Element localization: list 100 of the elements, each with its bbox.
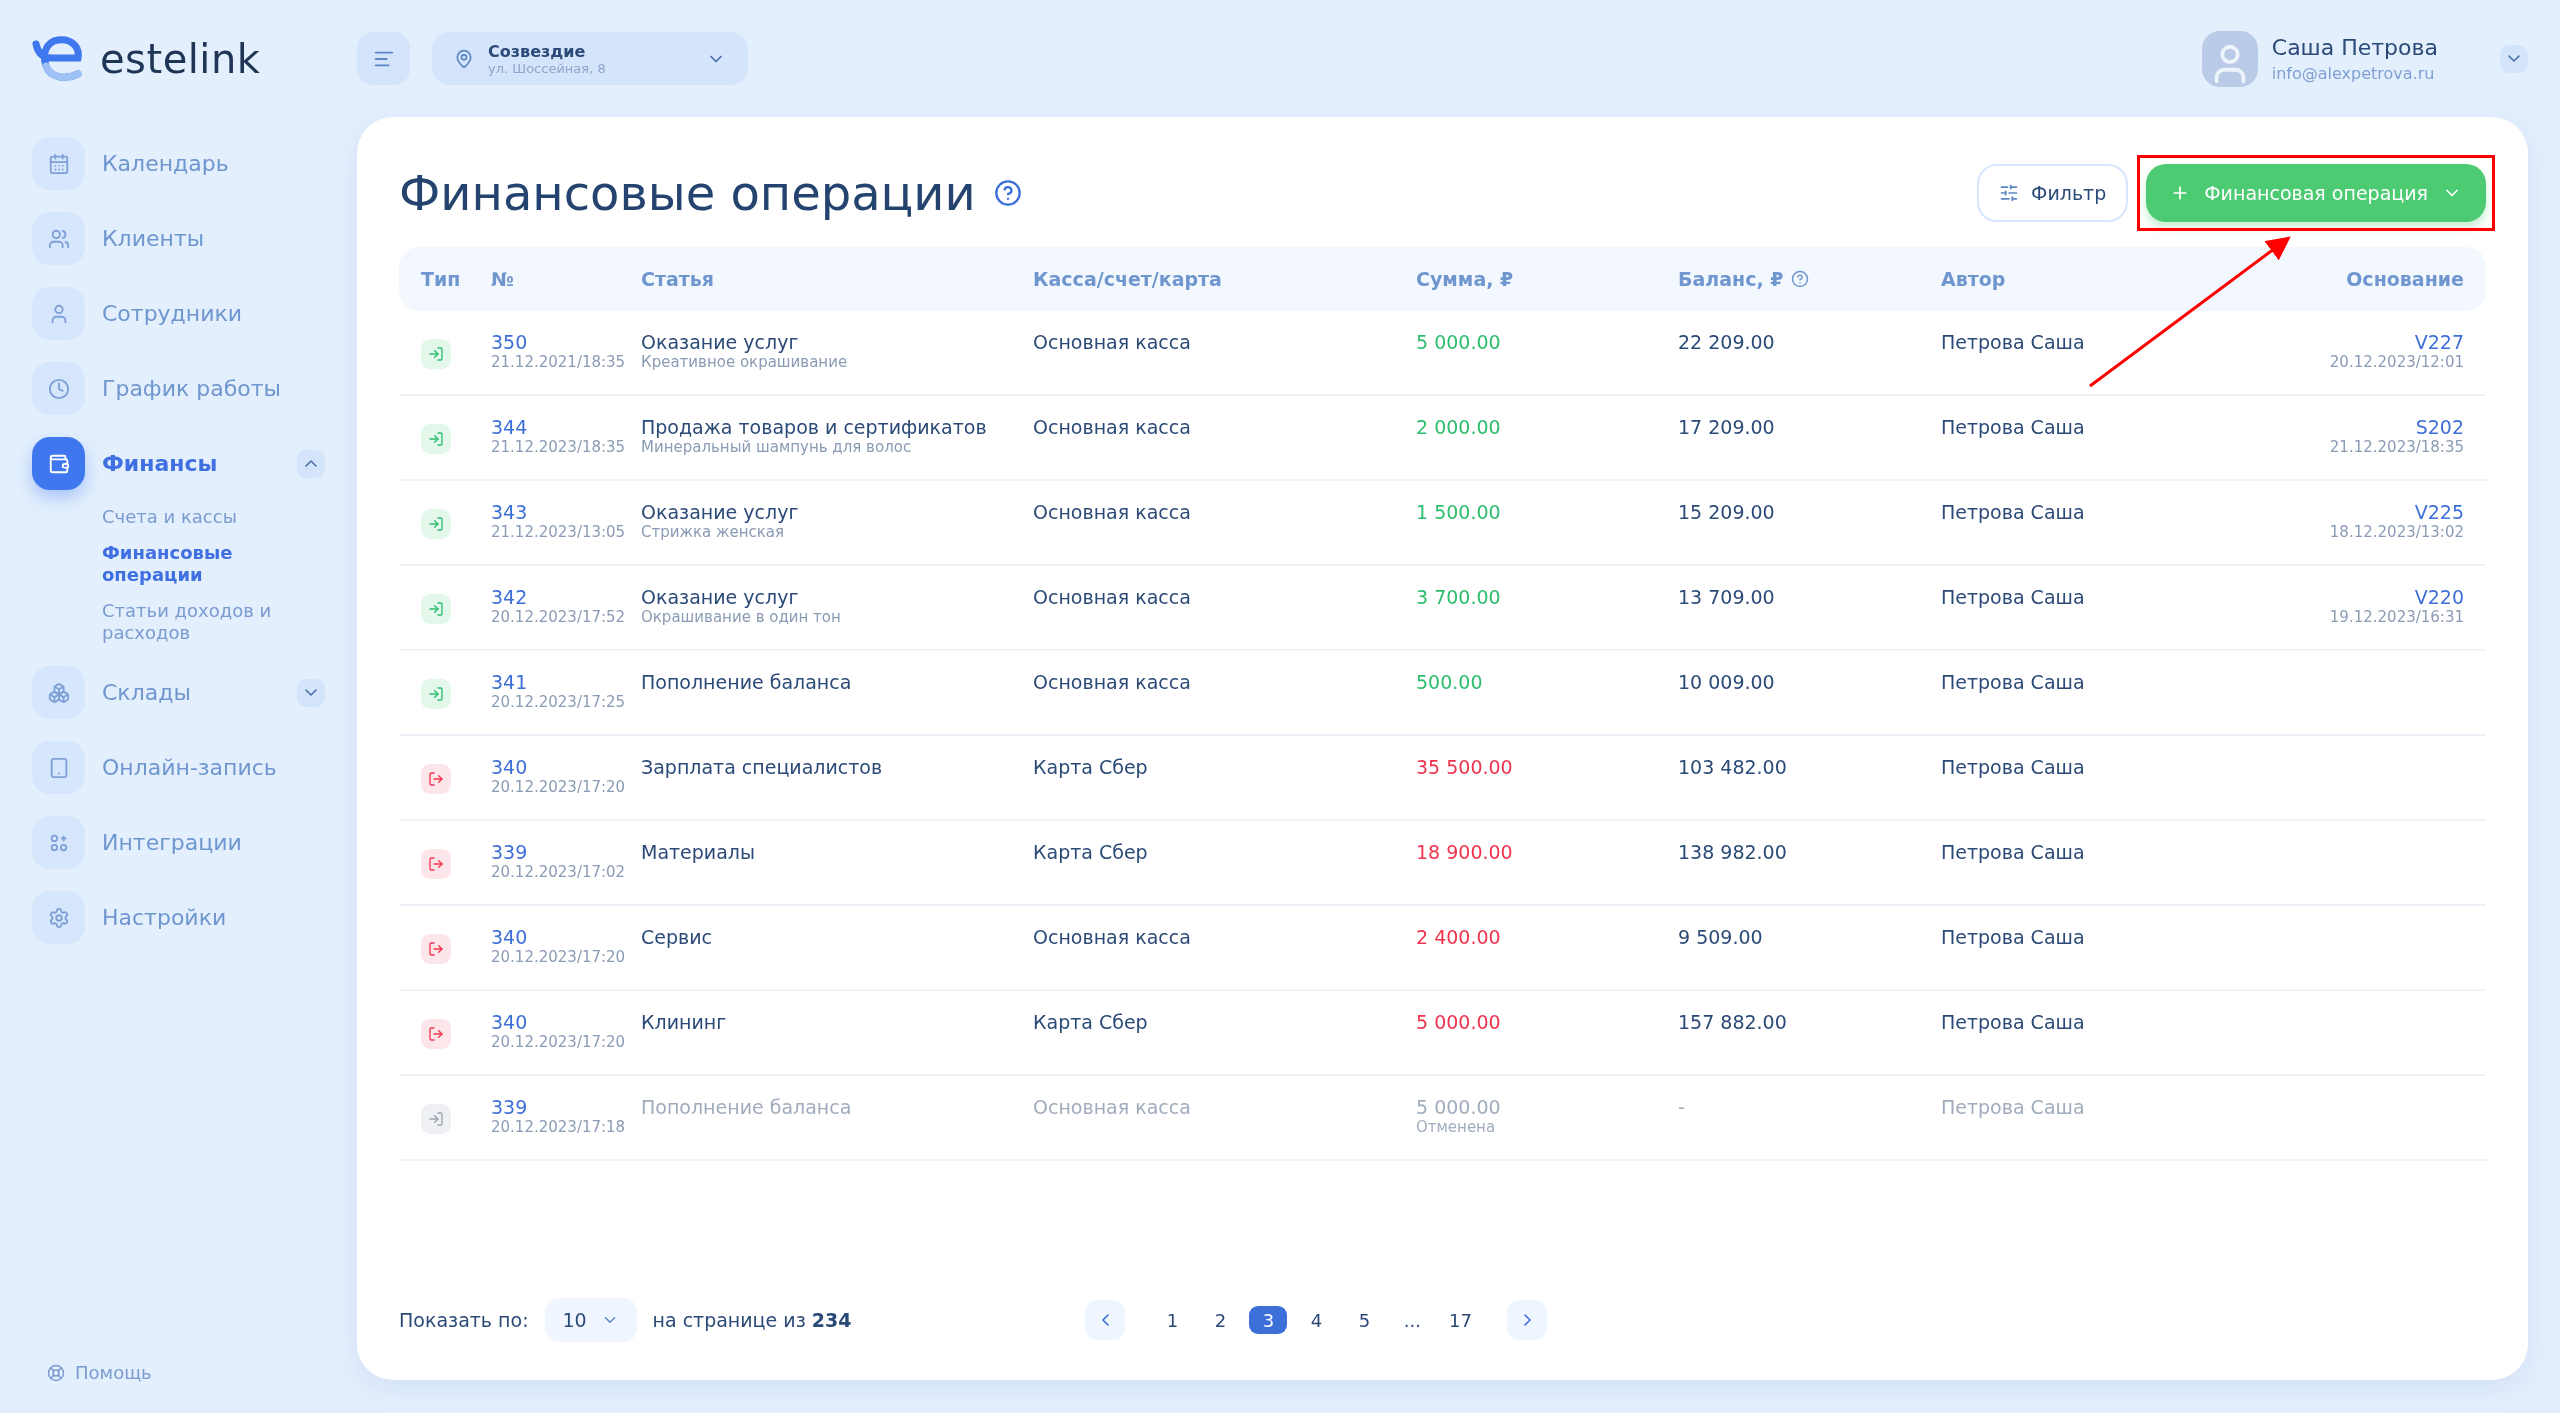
article-detail: Креативное окрашивание <box>641 353 848 371</box>
basis-date: 19.12.2023/16:31 <box>2329 608 2464 626</box>
author-cell-text: Петрова Саша <box>1941 1011 2086 1033</box>
basis-link[interactable]: V227 <box>2414 331 2464 353</box>
user-menu-button[interactable] <box>2500 44 2528 73</box>
chevron-right-icon <box>1523 1314 1531 1326</box>
chevron-up-icon <box>305 460 317 467</box>
help-icon[interactable] <box>1791 270 1810 288</box>
basis-link[interactable]: V220 <box>2414 586 2464 608</box>
amount-cell: 35 500.00 <box>1416 756 1513 778</box>
location-select[interactable]: Созвездие ул. Шоссейная, 8 <box>432 32 748 85</box>
article-detail: Окрашивание в один тон <box>641 608 841 626</box>
balance-cell-text: 22 209.00 <box>1678 331 1776 353</box>
page-size-select[interactable]: 10 <box>544 1298 637 1342</box>
operation-date: 20.12.2023/17:25 <box>491 693 626 711</box>
article-name: Пополнение баланса <box>641 1096 852 1118</box>
amount-cell: 5 000.00 <box>1416 1096 1501 1118</box>
article-name: Оказание услуг <box>641 586 799 608</box>
article-name: Оказание услуг <box>641 501 799 523</box>
page-button[interactable]: 2 <box>1201 1306 1240 1334</box>
previous-page-button[interactable] <box>1085 1300 1126 1340</box>
nav-item[interactable]: Склады <box>32 666 325 719</box>
balance-cell-text: 138 982.00 <box>1678 841 1788 863</box>
basis-link[interactable]: S202 <box>2415 416 2464 438</box>
nav-item[interactable]: График работы <box>32 362 325 415</box>
page-button[interactable]: 4 <box>1297 1306 1336 1334</box>
article-name: Продажа товаров и сертификатов <box>641 416 987 438</box>
account-cell-text: Основная касса <box>1033 586 1192 608</box>
operation-number-link[interactable]: 340 <box>491 1011 528 1033</box>
author-cell-text: Петрова Саша <box>1941 926 2086 948</box>
account-cell-text: Карта Сбер <box>1033 756 1149 778</box>
balance-cell-text: 13 709.00 <box>1678 586 1776 608</box>
avatar-placeholder <box>2201 30 2258 87</box>
operation-number-link[interactable]: 342 <box>491 586 528 608</box>
article-name: Пополнение баланса <box>641 671 852 693</box>
balance-cell-text: 17 209.00 <box>1678 416 1776 438</box>
column-header: Баланс, ₽ <box>1678 268 1941 290</box>
help-link[interactable]: Помощь <box>47 1362 325 1383</box>
operation-number-link[interactable]: 344 <box>491 416 528 438</box>
nav-subitem[interactable]: Статьи доходов и расходов <box>102 600 325 644</box>
amount-cell: 2 400.00 <box>1416 926 1501 948</box>
page-button[interactable]: 17 <box>1441 1306 1480 1334</box>
account-cell-text: Основная касса <box>1033 501 1192 523</box>
map-pin-icon <box>454 48 474 69</box>
page-button[interactable]: 3 <box>1249 1306 1288 1334</box>
author-cell-text: Петрова Саша <box>1941 756 2086 778</box>
basis-date: 21.12.2023/18:35 <box>2329 438 2464 456</box>
article-name: Сервис <box>641 926 712 948</box>
basis-link[interactable]: V225 <box>2414 501 2464 523</box>
operation-number-link[interactable]: 350 <box>491 331 528 353</box>
page-summary: на странице из 234 <box>652 1309 852 1331</box>
next-page-button[interactable] <box>1507 1300 1548 1340</box>
tablet-icon <box>32 741 85 794</box>
column-header: Автор <box>1941 268 2007 290</box>
amount-cell: 1 500.00 <box>1416 501 1501 523</box>
expand-toggle[interactable] <box>297 678 325 707</box>
user-icon <box>32 287 85 340</box>
amount-cell: 500.00 <box>1416 671 1483 693</box>
nav-subitem[interactable]: Счета и кассы <box>102 506 325 528</box>
page-button[interactable]: ... <box>1393 1306 1432 1334</box>
operation-date: 21.12.2023/13:05 <box>491 523 626 541</box>
page-button[interactable]: 5 <box>1345 1306 1384 1334</box>
menu-button[interactable] <box>357 32 410 85</box>
nav-item[interactable]: Сотрудники <box>32 287 325 340</box>
nav-item[interactable]: Календарь <box>32 137 325 190</box>
account-cell-text: Основная касса <box>1033 331 1192 353</box>
operation-number-link[interactable]: 339 <box>491 841 528 863</box>
chevron-down-icon <box>2508 55 2520 62</box>
account-cell-text: Основная касса <box>1033 671 1192 693</box>
page-button[interactable]: 1 <box>1153 1306 1192 1334</box>
balance-cell-text: 15 209.00 <box>1678 501 1776 523</box>
page-title: Финансовые операции <box>399 165 976 221</box>
operation-number-link[interactable]: 339 <box>491 1096 528 1118</box>
operation-number-link[interactable]: 340 <box>491 756 528 778</box>
balance-cell-text: 157 882.00 <box>1678 1011 1788 1033</box>
basis-date: 18.12.2023/13:02 <box>2329 523 2464 541</box>
chevron-left-icon <box>1101 1314 1109 1326</box>
nav-item[interactable]: Онлайн-запись <box>32 741 325 794</box>
account-cell-text: Карта Сбер <box>1033 1011 1149 1033</box>
expand-toggle[interactable] <box>297 449 325 478</box>
nav-item[interactable]: Интеграции <box>32 816 325 869</box>
author-cell-text: Петрова Саша <box>1941 841 2086 863</box>
nav-item[interactable]: Настройки <box>32 891 325 944</box>
article-name: Материалы <box>641 841 755 863</box>
nav-subitem[interactable]: Финансовые операции <box>102 542 325 586</box>
author-cell-text: Петрова Саша <box>1941 1096 2086 1118</box>
operation-date: 20.12.2023/17:20 <box>491 1033 626 1051</box>
nav-item[interactable]: Финансы <box>32 437 325 490</box>
operation-number-link[interactable]: 343 <box>491 501 528 523</box>
amount-cell: 18 900.00 <box>1416 841 1513 863</box>
operation-number-link[interactable]: 340 <box>491 926 528 948</box>
operation-number-link[interactable]: 341 <box>491 671 528 693</box>
nav-item[interactable]: Клиенты <box>32 212 325 265</box>
author-cell-text: Петрова Саша <box>1941 331 2086 353</box>
calendar-icon <box>32 137 85 190</box>
help-icon[interactable] <box>993 179 1022 207</box>
balance-cell-text: 9 509.00 <box>1678 926 1764 948</box>
clock-icon <box>32 362 85 415</box>
filter-button[interactable]: Фильтр <box>1977 164 2129 222</box>
operation-date: 20.12.2023/17:20 <box>491 948 626 966</box>
